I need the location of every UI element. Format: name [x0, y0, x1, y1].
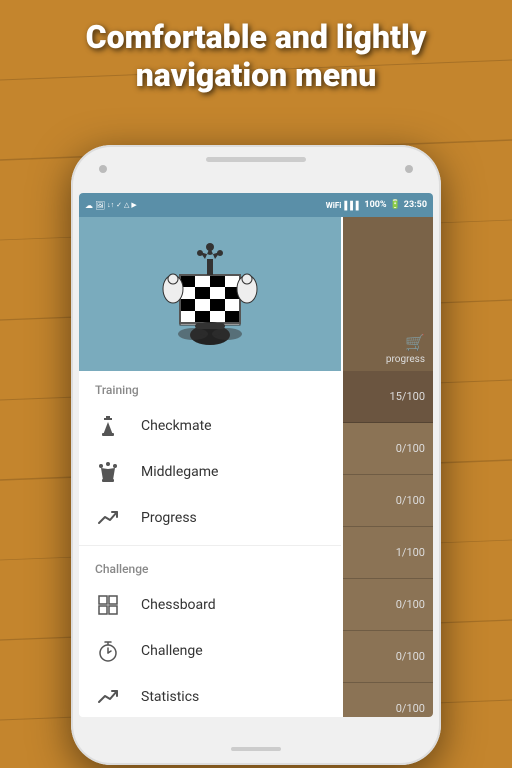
right-panel-item-2[interactable]: 0/100	[343, 475, 433, 527]
progress-value-6: 0/100	[396, 702, 425, 715]
status-bar-right: WiFi ▌▌▌ 100% 🔋 23:50	[326, 200, 427, 210]
nav-header-image	[79, 217, 341, 371]
progress-value-4: 0/100	[396, 598, 425, 611]
right-panel-item-0[interactable]: 15/100	[343, 371, 433, 423]
headline-section: Comfortable and lightly navigation menu	[0, 18, 512, 95]
screen-content: Training Checkmate	[79, 217, 433, 717]
phone-camera-left	[99, 165, 107, 173]
progress-value-5: 0/100	[396, 650, 425, 663]
right-panel-item-1[interactable]: 0/100	[343, 423, 433, 475]
king-icon	[95, 413, 121, 439]
timer-icon	[95, 638, 121, 664]
right-panel-item-3[interactable]: 1/100	[343, 527, 433, 579]
phone-home-indicator	[231, 747, 281, 751]
wifi-icon: WiFi	[326, 201, 342, 210]
nav-drawer: Training Checkmate	[79, 217, 341, 717]
clock: 23:50	[404, 200, 427, 210]
image-icon: 🖼	[95, 201, 105, 210]
chessboard-label: Chessboard	[141, 597, 216, 613]
battery-percent: 100%	[364, 200, 386, 210]
progress-value-2: 0/100	[396, 494, 425, 507]
progress-value-0: 15/100	[390, 390, 425, 403]
right-panel-item-4[interactable]: 0/100	[343, 579, 433, 631]
progress-header-label: progress	[386, 354, 425, 365]
queen-icon	[95, 459, 121, 485]
statistics-label: Statistics	[141, 689, 199, 705]
trend-up-icon	[95, 505, 121, 531]
status-bar-icons: ☁ 🖼 ↓↑ ✓ △ ▶	[85, 201, 326, 210]
training-section-label: Training	[79, 371, 341, 403]
headline-line2: navigation menu	[136, 56, 377, 94]
nav-item-progress[interactable]: Progress	[79, 495, 341, 541]
progress-value-1: 0/100	[396, 442, 425, 455]
challenge-label: Challenge	[141, 643, 203, 659]
nav-item-statistics[interactable]: Statistics	[79, 674, 341, 717]
headline-line1: Comfortable and lightly	[86, 18, 427, 56]
phone-frame: ☁ 🖼 ↓↑ ✓ △ ▶ WiFi ▌▌▌ 100% 🔋 23:50	[71, 145, 441, 765]
challenge-section-label: Challenge	[79, 550, 341, 582]
grid-icon	[95, 592, 121, 618]
right-panel: 🛒 progress 15/100 0/100 0/100 1/100	[343, 217, 433, 717]
battery-icon: 🔋	[390, 200, 401, 210]
nav-item-middlegame[interactable]: Middlegame	[79, 449, 341, 495]
phone-camera-right	[405, 165, 413, 173]
chess-logo	[145, 237, 275, 352]
progress-value-3: 1/100	[396, 546, 425, 559]
nav-item-checkmate[interactable]: Checkmate	[79, 403, 341, 449]
phone-screen: ☁ 🖼 ↓↑ ✓ △ ▶ WiFi ▌▌▌ 100% 🔋 23:50	[79, 193, 433, 717]
cloud-icon: ☁	[85, 201, 93, 210]
signal-bars-icon: ▌▌▌	[344, 201, 361, 210]
phone-speaker	[206, 157, 306, 162]
alert-icon: △	[124, 201, 129, 209]
cart-icon-right: 🛒	[405, 333, 425, 352]
right-panel-header: 🛒 progress	[343, 217, 433, 371]
nav-item-chessboard[interactable]: Chessboard	[79, 582, 341, 628]
status-bar: ☁ 🖼 ↓↑ ✓ △ ▶ WiFi ▌▌▌ 100% 🔋 23:50	[79, 193, 433, 217]
signal-icon: ↓↑	[107, 201, 114, 209]
check-icon: ✓	[116, 201, 122, 209]
progress-label: Progress	[141, 510, 197, 526]
statistics-trend-icon	[95, 684, 121, 710]
phone-mockup: ☁ 🖼 ↓↑ ✓ △ ▶ WiFi ▌▌▌ 100% 🔋 23:50	[71, 145, 441, 765]
right-panel-item-5[interactable]: 0/100	[343, 631, 433, 683]
checkmate-label: Checkmate	[141, 418, 212, 434]
nav-divider	[79, 545, 341, 546]
right-panel-item-6[interactable]: 0/100	[343, 683, 433, 717]
nav-item-challenge[interactable]: Challenge	[79, 628, 341, 674]
middlegame-label: Middlegame	[141, 464, 218, 480]
play-icon: ▶	[131, 201, 136, 209]
